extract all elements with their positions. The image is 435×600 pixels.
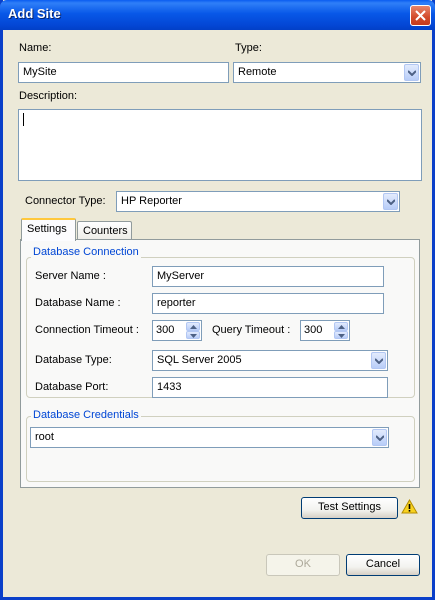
name-input[interactable]: MySite xyxy=(18,62,229,83)
connection-timeout-up-button[interactable] xyxy=(186,322,200,331)
query-timeout-stepper[interactable]: 300 xyxy=(300,320,350,341)
window-title: Add Site xyxy=(8,6,61,21)
database-type-label: Database Type: xyxy=(35,354,112,366)
database-credentials-select[interactable]: root xyxy=(30,427,389,448)
connector-type-select[interactable]: HP Reporter xyxy=(116,191,400,212)
ok-button[interactable]: OK xyxy=(266,554,340,576)
database-type-value: SQL Server 2005 xyxy=(157,354,242,366)
database-name-label: Database Name : xyxy=(35,297,121,309)
chevron-down-icon xyxy=(190,333,197,338)
settings-tab-panel: Database Connection Server Name : MyServ… xyxy=(20,239,420,488)
database-credentials-title: Database Credentials xyxy=(31,409,141,421)
connector-type-value: HP Reporter xyxy=(121,195,182,207)
tab-counters[interactable]: Counters xyxy=(77,221,132,241)
connector-type-label: Connector Type: xyxy=(25,195,106,207)
database-name-input[interactable]: reporter xyxy=(152,293,384,314)
query-timeout-label: Query Timeout : xyxy=(212,324,291,336)
chevron-down-icon xyxy=(375,358,383,364)
server-name-input[interactable]: MyServer xyxy=(152,266,384,287)
database-credentials-value: root xyxy=(35,431,54,443)
connector-dropdown-button[interactable] xyxy=(383,193,398,210)
query-timeout-up-button[interactable] xyxy=(334,322,348,331)
name-label: Name: xyxy=(19,42,52,54)
close-button[interactable] xyxy=(410,5,431,26)
credentials-dropdown-button[interactable] xyxy=(372,429,387,446)
chevron-up-icon xyxy=(190,325,197,329)
connection-timeout-label: Connection Timeout : xyxy=(35,324,139,336)
close-icon xyxy=(415,10,426,21)
text-cursor xyxy=(23,113,24,126)
connection-timeout-stepper[interactable]: 300 xyxy=(152,320,202,341)
server-name-label: Server Name : xyxy=(35,270,106,282)
database-type-dropdown-button[interactable] xyxy=(371,352,386,369)
connection-timeout-down-button[interactable] xyxy=(186,330,200,339)
tab-settings[interactable]: Settings xyxy=(21,218,76,241)
description-label: Description: xyxy=(19,90,78,102)
chevron-down-icon xyxy=(338,333,345,338)
add-site-dialog: Add Site Name: MySite Type: Remote Descr… xyxy=(0,0,435,600)
connection-timeout-value: 300 xyxy=(156,324,175,336)
database-credentials-group xyxy=(26,416,415,482)
type-label: Type: xyxy=(235,42,262,54)
chevron-up-icon xyxy=(338,325,345,329)
database-type-select[interactable]: SQL Server 2005 xyxy=(152,350,388,371)
warning-icon xyxy=(401,499,418,514)
type-dropdown-button[interactable] xyxy=(404,64,419,81)
query-timeout-value: 300 xyxy=(304,324,323,336)
cancel-button[interactable]: Cancel xyxy=(346,554,420,576)
query-timeout-down-button[interactable] xyxy=(334,330,348,339)
type-select[interactable]: Remote xyxy=(233,62,421,83)
database-connection-title: Database Connection xyxy=(31,246,141,258)
database-port-input[interactable]: 1433 xyxy=(152,377,388,398)
chevron-down-icon xyxy=(408,70,416,76)
type-select-value: Remote xyxy=(238,66,277,78)
test-settings-button[interactable]: Test Settings xyxy=(301,497,398,519)
title-bar[interactable]: Add Site xyxy=(0,0,435,30)
chevron-down-icon xyxy=(376,435,384,441)
description-input[interactable] xyxy=(18,109,422,181)
database-port-label: Database Port: xyxy=(35,381,109,393)
chevron-down-icon xyxy=(387,199,395,205)
